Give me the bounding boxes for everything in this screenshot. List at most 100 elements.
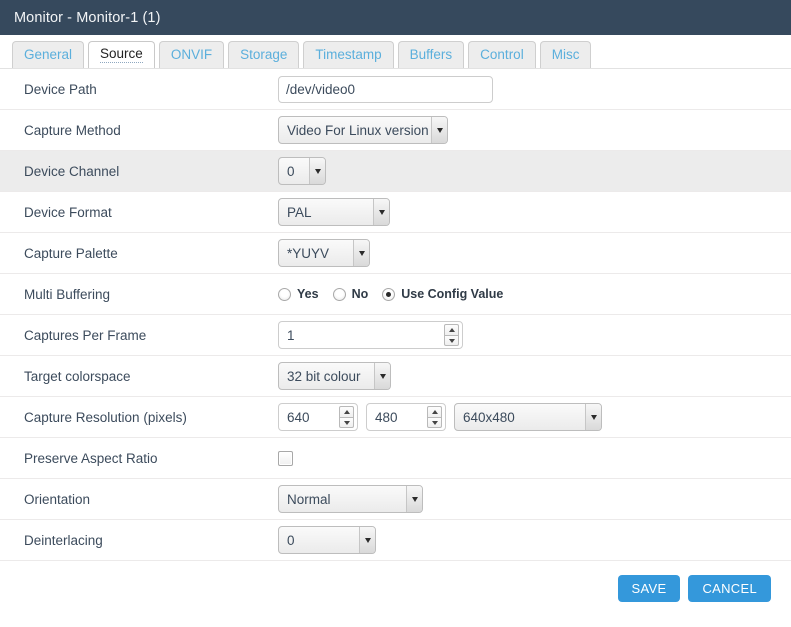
- row-preserve-aspect-ratio: Preserve Aspect Ratio: [0, 438, 791, 479]
- preserve-aspect-ratio-checkbox[interactable]: [278, 450, 293, 466]
- tab-onvif[interactable]: ONVIF: [158, 41, 225, 68]
- captures-per-frame-stepper[interactable]: 1: [278, 321, 463, 349]
- label-capture-palette: Capture Palette: [24, 245, 118, 261]
- multi-buffering-option-use-config-value[interactable]: Use Config Value: [382, 287, 503, 301]
- label-captures-per-frame: Captures Per Frame: [24, 327, 147, 343]
- label-orientation: Orientation: [24, 491, 91, 507]
- stepper-increment-icon[interactable]: [339, 406, 354, 417]
- stepper-increment-icon[interactable]: [427, 406, 442, 417]
- label-multi-buffering: Multi Buffering: [24, 286, 111, 302]
- radio-icon[interactable]: [278, 287, 291, 301]
- multi-buffering-radio-group: Yes No Use Config Value: [278, 287, 511, 301]
- cancel-button[interactable]: CANCEL: [688, 575, 771, 602]
- stepper-buttons: [444, 324, 459, 346]
- capture-palette-value: *YUYV: [287, 245, 330, 261]
- tab-buffers[interactable]: Buffers: [397, 41, 465, 68]
- device-format-select[interactable]: PAL: [278, 198, 390, 226]
- form-actions: SAVE CANCEL: [0, 561, 791, 602]
- stepper-decrement-icon[interactable]: [339, 417, 354, 428]
- field-captures-per-frame: 1: [278, 321, 781, 349]
- chevron-down-icon: [309, 158, 325, 184]
- tab-timestamp-label: Timestamp: [315, 47, 382, 63]
- radio-icon[interactable]: [332, 287, 346, 301]
- row-capture-palette: Capture Palette *YUYV: [0, 233, 791, 274]
- field-deinterlacing: 0: [278, 526, 781, 554]
- row-orientation: Orientation Normal: [0, 479, 791, 520]
- row-captures-per-frame: Captures Per Frame 1: [0, 315, 791, 356]
- tab-strip: General Source ONVIF Storage Timestamp B…: [0, 35, 791, 68]
- field-orientation: Normal: [278, 485, 781, 513]
- row-capture-resolution: Capture Resolution (pixels) 640 480 640x…: [0, 397, 791, 438]
- capture-method-select[interactable]: Video For Linux version 2: [278, 116, 448, 144]
- device-channel-select[interactable]: 0: [278, 157, 326, 185]
- label-deinterlacing: Deinterlacing: [24, 532, 103, 548]
- radio-checked-icon[interactable]: [382, 287, 396, 301]
- field-capture-resolution: 640 480 640x480: [278, 403, 781, 431]
- orientation-select[interactable]: Normal: [278, 485, 423, 513]
- window-titlebar: Monitor - Monitor-1 (1): [0, 0, 791, 35]
- tab-control[interactable]: Control: [468, 41, 536, 68]
- target-colorspace-select[interactable]: 32 bit colour: [278, 362, 391, 390]
- tab-source[interactable]: Source: [88, 41, 155, 68]
- orientation-value: Normal: [287, 491, 331, 507]
- label-device-channel: Device Channel: [24, 163, 120, 179]
- deinterlacing-select[interactable]: 0: [278, 526, 376, 554]
- label-capture-method: Capture Method: [24, 122, 121, 138]
- stepper-decrement-icon[interactable]: [444, 335, 459, 346]
- label-preserve-aspect-ratio: Preserve Aspect Ratio: [24, 450, 158, 466]
- tab-misc-label: Misc: [551, 47, 580, 63]
- chevron-down-icon: [406, 486, 422, 512]
- stepper-increment-icon[interactable]: [444, 324, 459, 335]
- chevron-down-icon: [585, 404, 601, 430]
- tab-timestamp[interactable]: Timestamp: [303, 41, 394, 68]
- field-device-format: PAL: [278, 198, 781, 226]
- capture-method-value: Video For Linux version 2: [287, 122, 440, 138]
- capture-palette-select[interactable]: *YUYV: [278, 239, 370, 267]
- field-multi-buffering: Yes No Use Config Value: [278, 287, 781, 301]
- label-device-format: Device Format: [24, 204, 112, 220]
- tab-onvif-label: ONVIF: [170, 47, 213, 63]
- multi-buffering-option-yes-label: Yes: [297, 287, 319, 301]
- row-target-colorspace: Target colorspace 32 bit colour: [0, 356, 791, 397]
- tab-source-label: Source: [100, 46, 143, 63]
- save-button[interactable]: SAVE: [617, 575, 681, 602]
- multi-buffering-option-no[interactable]: No: [332, 287, 369, 301]
- label-capture-resolution: Capture Resolution (pixels): [24, 409, 187, 425]
- field-target-colorspace: 32 bit colour: [278, 362, 781, 390]
- device-format-value: PAL: [287, 204, 312, 220]
- chevron-down-icon: [353, 240, 369, 266]
- row-device-format: Device Format PAL: [0, 192, 791, 233]
- multi-buffering-option-no-label: No: [351, 287, 369, 301]
- capture-width-stepper[interactable]: 640: [278, 403, 358, 431]
- chevron-down-icon: [431, 117, 447, 143]
- tab-control-label: Control: [480, 47, 524, 63]
- row-multi-buffering: Multi Buffering Yes No Use Config Value: [0, 274, 791, 315]
- stepper-decrement-icon[interactable]: [427, 417, 442, 428]
- chevron-down-icon: [373, 199, 389, 225]
- tab-storage-label: Storage: [240, 47, 288, 63]
- stepper-buttons: [339, 406, 354, 428]
- window-title: Monitor - Monitor-1 (1): [14, 9, 161, 26]
- capture-height-stepper[interactable]: 480: [366, 403, 446, 431]
- field-device-path: [278, 75, 781, 103]
- field-capture-method: Video For Linux version 2: [278, 116, 781, 144]
- field-preserve-aspect-ratio: [278, 450, 781, 466]
- stepper-buttons: [427, 406, 442, 428]
- device-channel-value: 0: [287, 163, 295, 179]
- multi-buffering-option-yes[interactable]: Yes: [278, 287, 319, 301]
- tab-general[interactable]: General: [12, 41, 85, 68]
- chevron-down-icon: [374, 363, 390, 389]
- source-settings-panel: Device Path Capture Method Video For Lin…: [0, 68, 791, 561]
- capture-resolution-preset-select[interactable]: 640x480: [454, 403, 602, 431]
- row-capture-method: Capture Method Video For Linux version 2: [0, 110, 791, 151]
- target-colorspace-value: 32 bit colour: [287, 368, 361, 384]
- tab-general-label: General: [24, 47, 73, 63]
- device-path-input[interactable]: [278, 75, 493, 103]
- row-device-channel: Device Channel 0: [0, 151, 791, 192]
- row-device-path: Device Path: [0, 69, 791, 110]
- field-device-channel: 0: [278, 157, 781, 185]
- tab-storage[interactable]: Storage: [228, 41, 300, 68]
- deinterlacing-value: 0: [287, 532, 295, 548]
- tab-buffers-label: Buffers: [409, 47, 453, 63]
- tab-misc[interactable]: Misc: [539, 41, 592, 68]
